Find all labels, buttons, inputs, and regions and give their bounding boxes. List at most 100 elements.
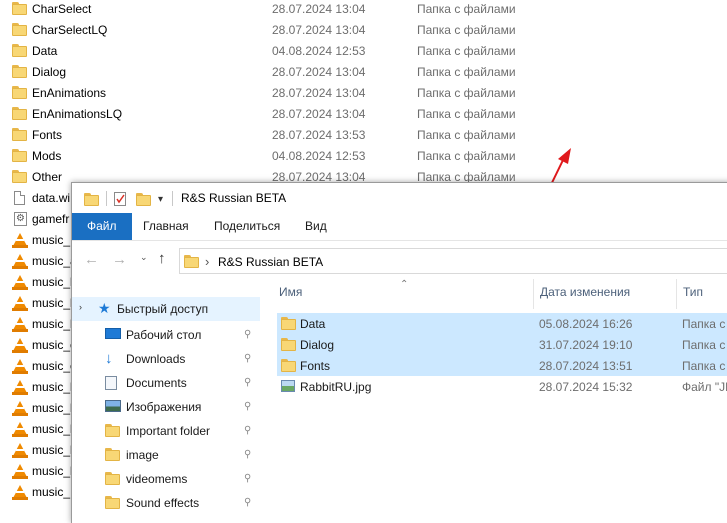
new-folder-icon[interactable] <box>136 193 151 206</box>
sidebar-item[interactable]: Рабочий стол ⚲ <box>72 323 262 347</box>
vlc-icon <box>12 296 28 311</box>
sidebar-item[interactable]: Documents ⚲ <box>72 371 262 395</box>
back-arrow-icon[interactable]: ← <box>84 251 99 268</box>
list-item-name: EnAnimations <box>32 86 107 100</box>
list-item-name: music_a <box>32 254 77 268</box>
pin-icon[interactable]: ⚲ <box>244 353 254 365</box>
up-arrow-icon[interactable]: ↑ <box>158 250 166 267</box>
folder-icon <box>105 472 120 485</box>
list-item[interactable]: Fonts 28.07.2024 13:53 Папка с файлами <box>0 125 727 146</box>
list-item-type: Папка с файлами <box>417 23 516 37</box>
vlc-icon <box>12 359 28 374</box>
list-item-name: CharSelectLQ <box>32 23 108 37</box>
list-item-name: music_l <box>32 317 73 331</box>
vlc-icon <box>12 275 28 290</box>
sidebar-item[interactable]: Important folder ⚲ <box>72 419 262 443</box>
downloads-icon: ↓ <box>105 350 113 367</box>
list-item[interactable]: Dialog 28.07.2024 13:04 Папка с файлами <box>0 62 727 83</box>
pin-icon[interactable]: ⚲ <box>244 401 254 413</box>
sidebar-item[interactable]: Изображения ⚲ <box>72 395 262 419</box>
list-item-date: 28.07.2024 13:04 <box>272 65 366 79</box>
forward-arrow-icon[interactable]: → <box>112 251 127 268</box>
column-separator[interactable] <box>533 279 534 309</box>
chevron-down-icon[interactable]: ▾ <box>158 194 163 205</box>
list-item[interactable]: EnAnimationsLQ 28.07.2024 13:04 Папка с фа… <box>0 104 727 125</box>
pin-icon[interactable]: ⚲ <box>244 377 254 389</box>
list-item[interactable]: CharSelectLQ 28.07.2024 13:04 Папка с файл… <box>0 20 727 41</box>
settings-file-icon: ⚙ <box>14 212 27 226</box>
list-item-name: music_l <box>32 443 73 457</box>
sidebar-item[interactable]: Sound effects ⚲ <box>72 491 262 515</box>
list-item-date: 04.08.2024 12:53 <box>272 149 366 163</box>
tab-home[interactable]: Главная <box>128 213 204 240</box>
pin-icon[interactable]: ⚲ <box>244 329 254 341</box>
table-cell-name: Dialog <box>300 338 335 352</box>
folder-icon <box>12 23 27 36</box>
table-row[interactable]: Dialog 31.07.2024 19:10 Папка с <box>277 334 727 355</box>
table-row[interactable]: Fonts 28.07.2024 13:51 Папка с <box>277 355 727 376</box>
list-item[interactable]: Data 04.08.2024 12:53 Папка с файлами <box>0 41 727 62</box>
table-cell-date: 31.07.2024 19:10 <box>539 338 633 352</box>
column-header-name[interactable]: Имя <box>279 285 302 299</box>
window-title: R&S Russian BETA <box>181 191 287 205</box>
vlc-icon <box>12 233 28 248</box>
breadcrumb-separator: › <box>205 254 210 269</box>
desktop-icon <box>105 328 121 339</box>
tab-file[interactable]: Файл <box>72 213 132 240</box>
list-item-name: CharSelect <box>32 2 92 16</box>
list-item-name: music_l <box>32 422 73 436</box>
list-item-date: 28.07.2024 13:53 <box>272 128 366 142</box>
quick-access-item[interactable]: › ★ Быстрый доступ <box>72 297 260 321</box>
vlc-icon <box>12 380 28 395</box>
table-cell-date: 28.07.2024 13:51 <box>539 359 633 373</box>
sidebar-item[interactable]: image ⚲ <box>72 443 262 467</box>
address-field[interactable]: › R&S Russian BETA <box>179 248 727 274</box>
image-file-icon <box>281 380 295 392</box>
sidebar-item-label: image <box>126 448 159 462</box>
separator <box>106 191 107 206</box>
list-item-name: music_l <box>32 275 73 289</box>
list-item[interactable]: EnAnimations 28.07.2024 13:04 Папка с файл… <box>0 83 727 104</box>
vlc-icon <box>12 401 28 416</box>
table-cell-type: Папка с <box>682 359 726 373</box>
table-row[interactable]: RabbitRU.jpg 28.07.2024 15:32 Файл "JF <box>277 376 727 397</box>
folder-icon <box>12 149 27 162</box>
list-item[interactable]: Mods 04.08.2024 12:53 Папка с файлами <box>0 146 727 167</box>
table-cell-date: 28.07.2024 15:32 <box>539 380 633 394</box>
pictures-icon <box>105 400 121 412</box>
sidebar-item[interactable]: ↓ Downloads ⚲ <box>72 347 262 371</box>
table-row[interactable]: Data 05.08.2024 16:26 Папка с <box>277 313 727 334</box>
list-item-name: data.wi <box>32 191 71 205</box>
sort-up-icon: ⌃ <box>400 279 409 290</box>
folder-icon <box>84 193 99 206</box>
list-item-name: music_c <box>32 338 77 352</box>
table-cell-name: Data <box>300 317 326 331</box>
properties-icon[interactable] <box>114 192 126 206</box>
folder-icon <box>12 44 27 57</box>
list-item-type: Папка с файлами <box>417 107 516 121</box>
folder-icon <box>12 65 27 78</box>
breadcrumb-path[interactable]: R&S Russian BETA <box>218 255 323 269</box>
list-item[interactable]: CharSelect 28.07.2024 13:04 Папка с файлам… <box>0 0 727 20</box>
folder-icon <box>12 128 27 141</box>
list-item-name: Other <box>32 170 63 184</box>
sidebar-item-label: Рабочий стол <box>126 328 202 342</box>
sidebar-item-label: Documents <box>126 376 187 390</box>
explorer-window: ▾ R&S Russian BETA Файл Главная Поделить… <box>71 182 727 523</box>
chevron-right-icon[interactable]: › <box>79 302 82 312</box>
list-item-name: Dialog <box>32 65 67 79</box>
pin-icon[interactable]: ⚲ <box>244 473 254 485</box>
column-separator[interactable] <box>676 279 677 309</box>
pin-icon[interactable]: ⚲ <box>244 449 254 461</box>
tab-share[interactable]: Поделиться <box>199 213 295 240</box>
vlc-icon <box>12 485 28 500</box>
sidebar-item[interactable]: videomems ⚲ <box>72 467 262 491</box>
pin-icon[interactable]: ⚲ <box>244 497 254 509</box>
tab-view[interactable]: Вид <box>290 213 342 240</box>
sidebar-item-label: Изображения <box>126 400 202 414</box>
column-header-type[interactable]: Тип <box>683 285 703 299</box>
list-item-name: music_l <box>32 380 73 394</box>
column-header-date[interactable]: Дата изменения <box>540 285 630 299</box>
pin-icon[interactable]: ⚲ <box>244 425 254 437</box>
chevron-down-icon[interactable]: ⌄ <box>140 252 148 263</box>
